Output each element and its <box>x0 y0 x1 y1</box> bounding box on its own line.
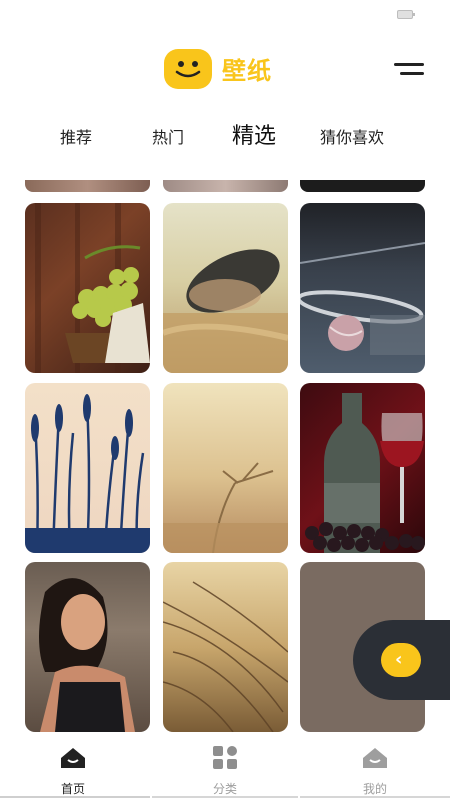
nav-category[interactable]: 分类 <box>175 744 275 796</box>
tennis-image <box>300 242 425 355</box>
wine-image <box>305 393 425 553</box>
menu-line-icon <box>400 72 424 75</box>
app-title: 壁纸 <box>222 57 272 85</box>
smiley-logo-icon <box>164 49 212 89</box>
straw-hat-image <box>163 249 288 373</box>
nav-profile[interactable]: 我的 <box>325 744 425 796</box>
chevron-glyph: ‹ <box>395 649 403 670</box>
nav-divider <box>300 796 450 798</box>
tab-guess-you-like[interactable]: 猜你喜欢 <box>320 124 384 148</box>
back-floating-button[interactable]: ‹ <box>353 620 450 700</box>
wheat-image <box>163 462 288 553</box>
app-header: 壁纸 <box>0 45 450 95</box>
tab-featured[interactable]: 精选 <box>232 118 276 150</box>
home-icon <box>61 748 85 768</box>
grid-icon <box>213 746 237 769</box>
wallpaper-card-partial[interactable] <box>300 180 425 192</box>
menu-line-icon <box>394 63 424 66</box>
wallpaper-card[interactable] <box>25 203 150 373</box>
nav-indicator <box>0 796 150 798</box>
grapes-image <box>35 203 150 373</box>
profile-icon <box>363 748 387 768</box>
tab-recommend[interactable]: 推荐 <box>60 124 92 148</box>
nav-category-label: 分类 <box>212 782 237 796</box>
bottom-navigation: 首页 分类 我的 <box>0 736 450 800</box>
wallpaper-card[interactable] <box>300 203 425 373</box>
chevron-left-icon[interactable]: ‹ <box>381 643 421 677</box>
category-tabs: 推荐 热门 精选 猜你喜欢 <box>0 118 450 150</box>
wallpaper-card-partial[interactable] <box>25 180 150 192</box>
woman-image <box>39 578 135 732</box>
tab-hot[interactable]: 热门 <box>152 124 184 148</box>
nav-profile-label: 我的 <box>362 782 387 796</box>
wallpaper-card-partial[interactable] <box>163 180 288 192</box>
grass-silhouette-image <box>25 394 150 553</box>
nav-divider <box>152 796 298 798</box>
nav-home[interactable]: 首页 <box>23 744 123 796</box>
wallpaper-card[interactable] <box>163 383 288 553</box>
wallpaper-card[interactable] <box>163 203 288 373</box>
wallpaper-card[interactable] <box>25 562 150 732</box>
wallpaper-card[interactable] <box>300 383 425 553</box>
wallpaper-card[interactable] <box>163 562 288 732</box>
status-bar <box>0 0 450 30</box>
battery-icon <box>397 10 415 19</box>
wallpaper-card[interactable] <box>25 383 150 553</box>
nav-home-label: 首页 <box>60 782 85 796</box>
menu-button[interactable] <box>392 61 426 81</box>
golden-grass-image <box>163 581 288 732</box>
